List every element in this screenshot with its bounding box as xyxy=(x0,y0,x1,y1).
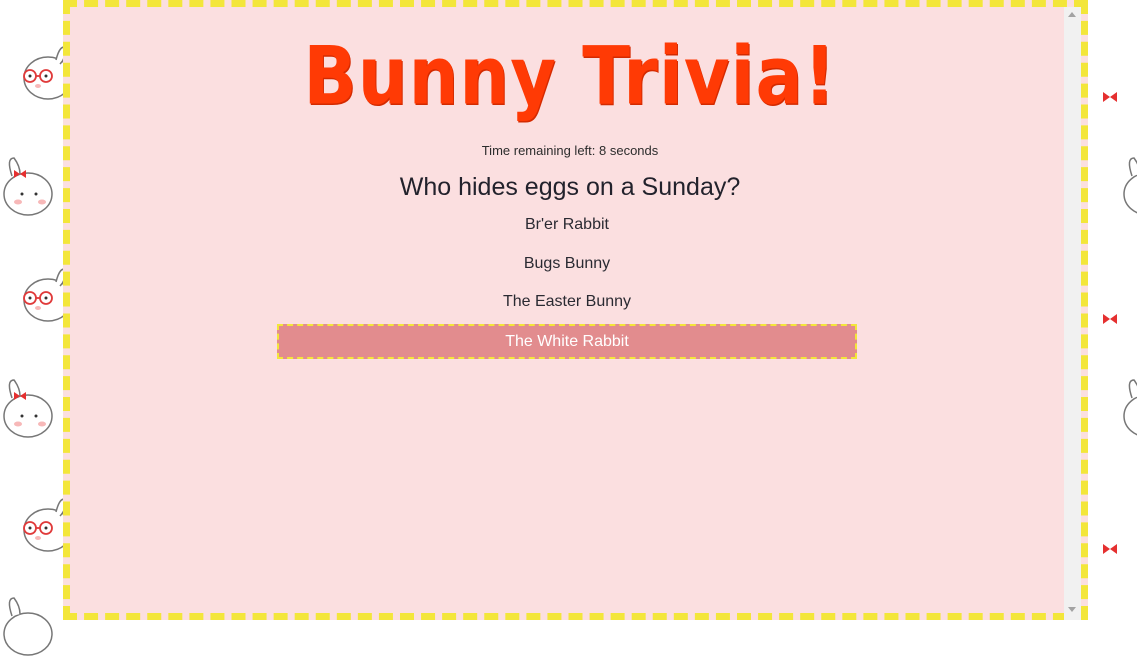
bow-icon xyxy=(1103,314,1117,324)
page-title: Bunny Trivia! xyxy=(303,28,837,124)
bunny-icon xyxy=(1123,379,1137,436)
bunny-icon xyxy=(3,379,53,438)
answer-option-easter-bunny[interactable]: The Easter Bunny xyxy=(277,284,857,319)
bunny-icon xyxy=(3,157,53,216)
question-text: Who hides eggs on a Sunday? xyxy=(399,173,741,201)
answer-option-brer-rabbit[interactable]: Br'er Rabbit xyxy=(277,207,857,242)
bow-icon xyxy=(1103,544,1117,554)
answer-option-bugs-bunny[interactable]: Bugs Bunny xyxy=(277,246,857,281)
vertical-scrollbar[interactable] xyxy=(1064,7,1081,620)
bunny-icon xyxy=(3,597,53,656)
bunny-icon xyxy=(1123,157,1137,214)
timer-text: Time remaining left: 8 seconds xyxy=(481,143,659,158)
bow-icon xyxy=(1103,92,1117,102)
quiz-panel: Bunny Trivia! Time remaining left: 8 sec… xyxy=(63,0,1088,620)
scroll-down-icon[interactable] xyxy=(1068,607,1076,612)
answer-option-white-rabbit[interactable]: The White Rabbit xyxy=(277,324,857,359)
scroll-up-icon[interactable] xyxy=(1068,12,1076,17)
